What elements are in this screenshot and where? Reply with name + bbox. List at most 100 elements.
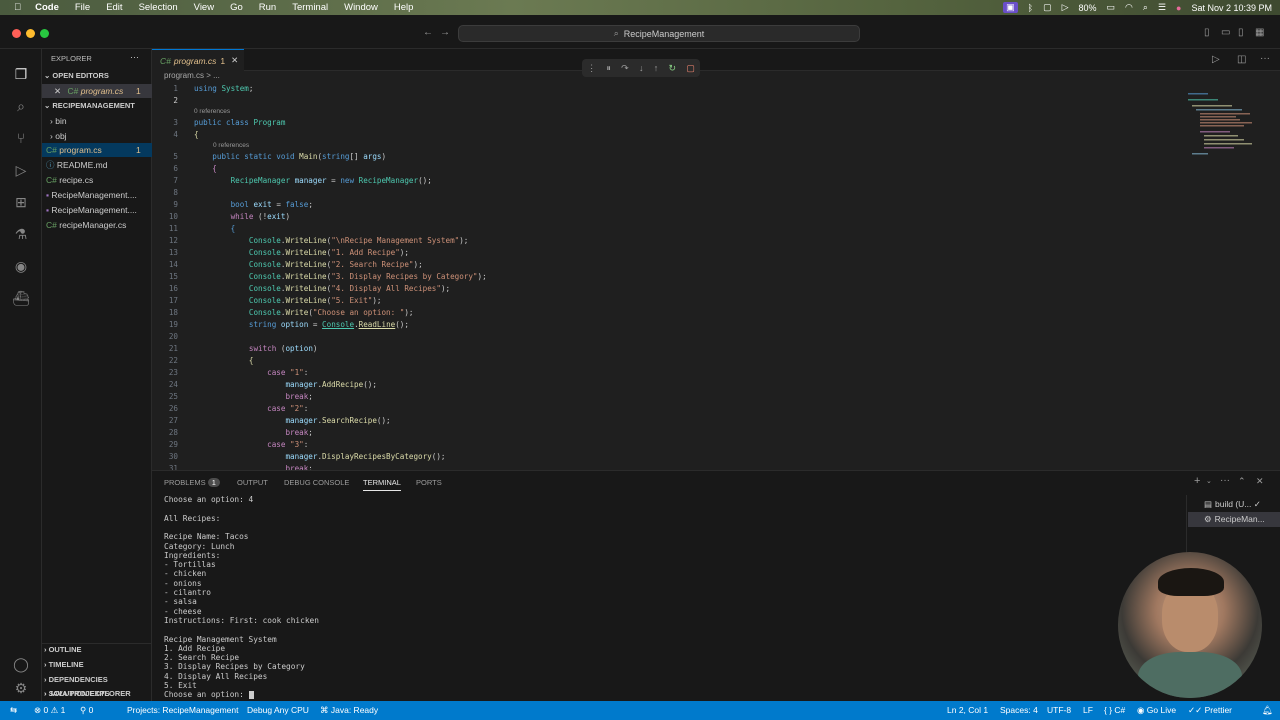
step-out-icon[interactable]: ↑ [654,63,659,73]
menu-window[interactable]: Window [344,2,378,13]
menu-go[interactable]: Go [230,2,243,13]
tree-item-recipe-cs[interactable]: C# recipe.cs [42,173,152,187]
testing-icon[interactable]: ⚗ [12,225,30,243]
tree-item-bin[interactable]: › bin [42,114,152,128]
tree-item-recipemanagement-2[interactable]: ▪ RecipeManagement.... [42,203,152,217]
code-editor[interactable]: 1 using System; 2 0 references 3 public cl… [152,83,1182,483]
debug-config-status[interactable]: Debug Any CPU [247,705,309,715]
menu-view[interactable]: View [194,2,214,13]
tab-terminal[interactable]: TERMINAL [363,478,401,491]
step-into-icon[interactable]: ↓ [639,63,644,73]
project-section[interactable]: ⌄ RECIPEMANAGEMENT [44,99,154,113]
drag-handle-icon[interactable]: ⋮ [587,63,596,74]
terminal-output[interactable]: Choose an option: 4 All Recipes: Recipe Na… [164,495,1164,700]
prettier-status[interactable]: ✓✓ Prettier [1188,705,1232,716]
docker-icon[interactable]: ⛴ [12,289,30,307]
screen-record-icon[interactable]: ▣ [1003,2,1018,13]
new-terminal-icon[interactable]: + [1194,475,1200,487]
tab-debug-console[interactable]: DEBUG CONSOLE [284,478,349,487]
indentation-status[interactable]: Spaces: 4 [1000,705,1038,715]
projects-status[interactable]: Projects: RecipeManagement [127,705,239,715]
maximize-panel-icon[interactable]: ⌃ [1238,476,1246,487]
more-actions-icon[interactable]: ··· [130,52,139,62]
menu-terminal[interactable]: Terminal [292,2,328,13]
siri-icon[interactable]: ● [1176,3,1181,13]
customize-layout-icon[interactable]: ▦ [1255,27,1264,38]
battery-percent[interactable]: 80% [1079,3,1097,13]
menu-run[interactable]: Run [259,2,276,13]
battery-icon[interactable]: ▭ [1107,2,1116,13]
close-panel-icon[interactable]: ✕ [1256,476,1264,487]
go-live-status[interactable]: ◉ Go Live [1137,705,1176,716]
dependencies-section[interactable]: › DEPENDENCIES [44,673,154,687]
apple-icon[interactable]:  [14,2,21,13]
control-center-icon[interactable]: ☰ [1158,2,1166,13]
back-arrow-icon[interactable]: ← [423,27,433,38]
source-control-icon[interactable]: ⑂ [12,129,30,147]
codelens-references[interactable]: 0 references [194,107,230,117]
tree-item-program-cs[interactable]: C# program.cs 1 [42,143,152,157]
ports-status[interactable]: ⚲ 0 [80,705,93,716]
toggle-secondary-sidebar-icon[interactable]: ▯ [1238,27,1244,38]
stop-icon[interactable]: ▢ [686,63,695,74]
outline-section[interactable]: › OUTLINE [44,643,154,657]
tab-output[interactable]: OUTPUT [237,478,268,487]
remote-indicator-icon[interactable]: ⇆ [10,705,17,716]
command-center-search[interactable]: ⌕ RecipeManagement [458,25,860,42]
tree-item-obj[interactable]: › obj [42,129,152,143]
tree-item-readme[interactable]: ⓘ README.md [42,158,152,172]
tree-item-recipemanagement-1[interactable]: ▪ RecipeManagement.... [42,188,152,202]
java-status[interactable]: ⌘ Java: Ready [320,705,378,716]
open-editors-section[interactable]: ⌄ OPEN EDITORS [44,69,154,83]
notifications-bell-icon[interactable]: 🔔︎ [1262,705,1273,716]
toggle-panel-icon[interactable]: ▭ [1221,27,1230,38]
step-over-icon[interactable]: ↷ [621,63,629,74]
github-icon[interactable]: ◉ [12,257,30,275]
display-icon[interactable]: ▢ [1043,2,1052,13]
terminal-session-recipeman[interactable]: ⚙ RecipeMan... [1188,512,1280,527]
timeline-section[interactable]: › TIMELINE [44,658,154,672]
manage-gear-icon[interactable]: ⚙ [12,679,30,697]
menu-help[interactable]: Help [394,2,414,13]
terminal-session-build[interactable]: ▤ build (U... ✓ [1188,497,1280,512]
tab-ports[interactable]: PORTS [416,478,442,487]
minimize-window-button[interactable] [26,29,35,38]
menu-app-name[interactable]: Code [35,2,59,13]
open-editor-item[interactable]: ✕ C# program.cs 1 [42,84,152,98]
menu-edit[interactable]: Edit [106,2,122,13]
minimap[interactable] [1186,91,1266,161]
play-icon[interactable]: ▷ [1062,2,1069,13]
run-file-icon[interactable]: ▷ [1212,54,1220,65]
menu-selection[interactable]: Selection [139,2,178,13]
tab-problems[interactable]: PROBLEMS 1 [164,478,220,487]
close-window-button[interactable] [12,29,21,38]
eol-status[interactable]: LF [1083,705,1093,715]
menubar-datetime[interactable]: Sat Nov 2 10:39 PM [1191,3,1272,13]
toggle-sidebar-icon[interactable]: ▯ [1204,27,1210,38]
search-icon[interactable]: ⌕ [1143,2,1148,13]
tab-program-cs[interactable]: C# program.cs 1 ✕ [152,49,244,71]
restart-icon[interactable]: ↻ [669,63,677,74]
account-icon[interactable]: ◯ [12,655,30,673]
tree-item-recipemanager-cs[interactable]: C# recipeManager.cs [42,218,152,232]
java-projects-section[interactable]: › JAVA PROJECTS [44,687,152,701]
bluetooth-icon[interactable]: ᛒ [1028,3,1033,13]
extensions-icon[interactable]: ⊞ [12,193,30,211]
language-status[interactable]: { } C# [1104,705,1125,715]
codelens-references[interactable]: 0 references [213,141,249,151]
wifi-icon[interactable]: ◠ [1125,2,1133,13]
pause-icon[interactable]: ⏸ [606,63,611,74]
menu-file[interactable]: File [75,2,90,13]
more-actions-icon[interactable]: ··· [1220,475,1230,486]
search-icon[interactable]: ⌕ [12,97,30,115]
split-editor-icon[interactable]: ◫ [1237,54,1246,65]
cursor-position[interactable]: Ln 2, Col 1 [947,705,988,715]
encoding-status[interactable]: UTF-8 [1047,705,1071,715]
breadcrumb[interactable]: program.cs > ... [152,71,220,83]
close-editor-icon[interactable]: ✕ [54,86,61,96]
explorer-icon[interactable]: ❐ [12,65,30,83]
zoom-window-button[interactable] [40,29,49,38]
more-actions-icon[interactable]: ··· [1260,53,1270,64]
forward-arrow-icon[interactable]: → [440,27,450,38]
chevron-down-icon[interactable]: ⌄ [1206,477,1212,485]
